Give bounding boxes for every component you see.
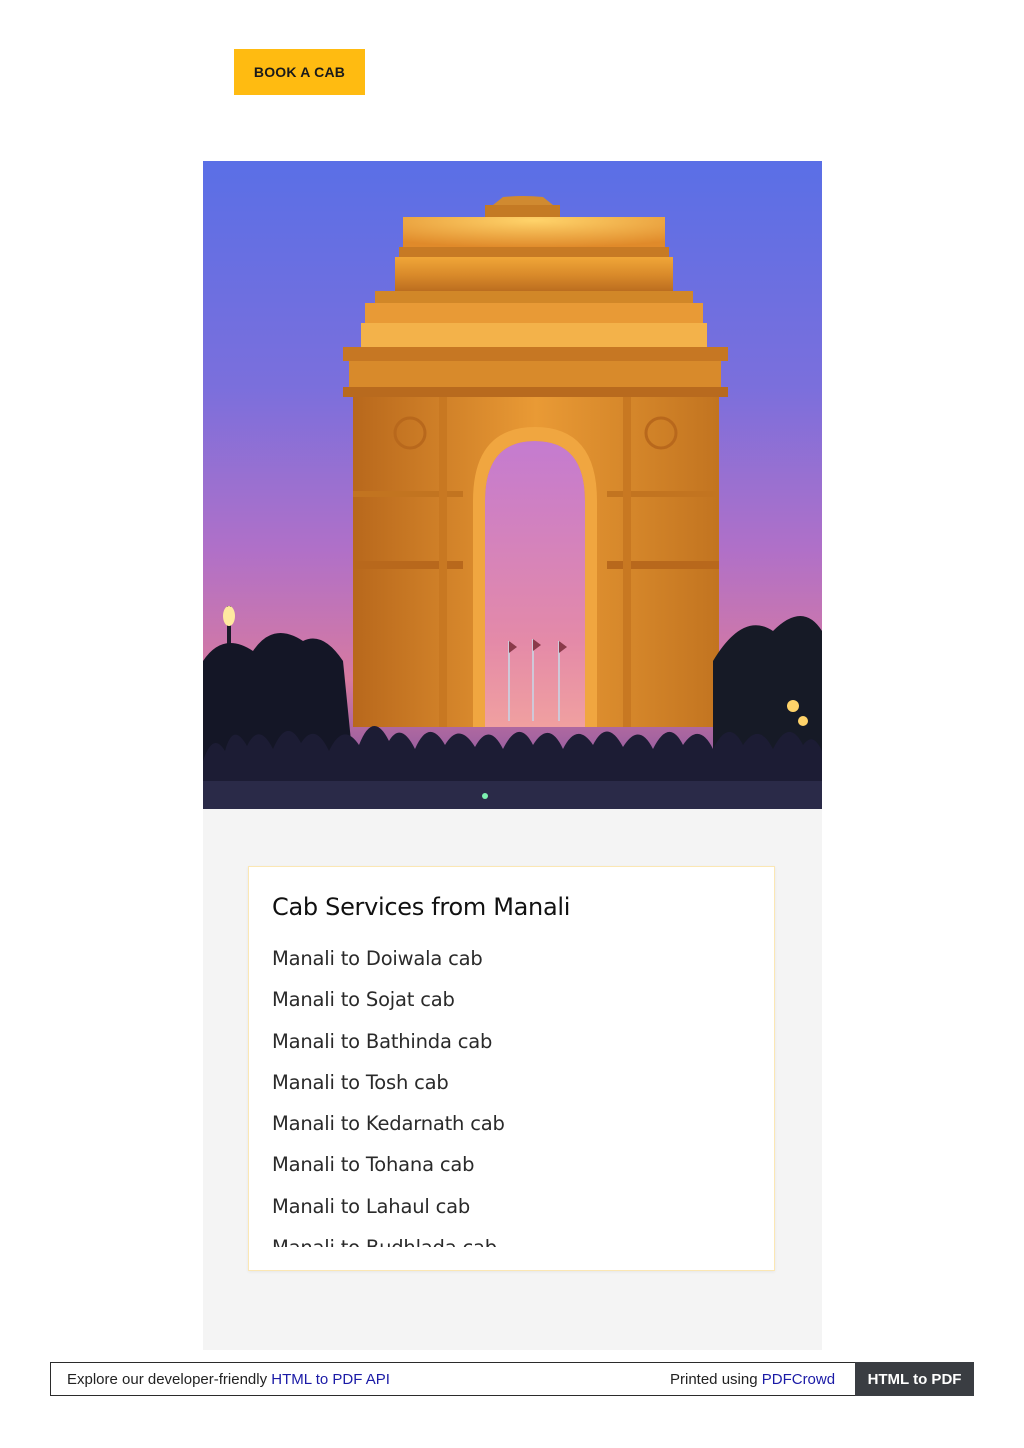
list-item: Manali to Doiwala cab bbox=[272, 945, 752, 986]
service-link[interactable]: Manali to Tosh cab bbox=[272, 1071, 449, 1094]
list-item: Manali to Budhlada cab bbox=[272, 1234, 752, 1247]
footer-printed: Printed using PDFCrowd bbox=[670, 1371, 835, 1388]
list-item: Manali to Tosh cab bbox=[272, 1069, 752, 1110]
list-item: Manali to Sojat cab bbox=[272, 986, 752, 1027]
explore-text: Explore our developer-friendly bbox=[67, 1371, 272, 1388]
list-item: Manali to Kedarnath cab bbox=[272, 1110, 752, 1151]
service-link[interactable]: Manali to Lahaul cab bbox=[272, 1195, 470, 1218]
service-link[interactable]: Manali to Bathinda cab bbox=[272, 1030, 492, 1053]
footer-explore: Explore our developer-friendly HTML to P… bbox=[67, 1371, 390, 1388]
printed-text: Printed using bbox=[670, 1371, 762, 1388]
service-link[interactable]: Manali to Doiwala cab bbox=[272, 947, 483, 970]
cab-services-card: Cab Services from Manali Manali to Doiwa… bbox=[248, 866, 775, 1271]
service-link[interactable]: Manali to Tohana cab bbox=[272, 1153, 474, 1176]
hero-image bbox=[203, 161, 822, 809]
service-link[interactable]: Manali to Budhlada cab bbox=[272, 1236, 497, 1247]
service-link[interactable]: Manali to Sojat cab bbox=[272, 988, 455, 1011]
pdfcrowd-footer: Explore our developer-friendly HTML to P… bbox=[50, 1362, 974, 1396]
list-item: Manali to Lahaul cab bbox=[272, 1193, 752, 1234]
service-link[interactable]: Manali to Kedarnath cab bbox=[272, 1112, 505, 1135]
list-item: Manali to Tohana cab bbox=[272, 1151, 752, 1192]
book-a-cab-button[interactable]: BOOK A CAB bbox=[234, 49, 365, 95]
page: BOOK A CAB Cab Services from Manali Mana… bbox=[0, 0, 1024, 1448]
india-gate-image bbox=[203, 161, 822, 809]
card-title: Cab Services from Manali bbox=[272, 893, 571, 921]
html-to-pdf-badge[interactable]: HTML to PDF bbox=[855, 1362, 974, 1396]
list-item: Manali to Bathinda cab bbox=[272, 1028, 752, 1069]
pdfcrowd-link[interactable]: PDFCrowd bbox=[762, 1371, 835, 1388]
cab-services-list: Manali to Doiwala cab Manali to Sojat ca… bbox=[272, 945, 752, 1247]
html-to-pdf-api-link[interactable]: HTML to PDF API bbox=[271, 1371, 390, 1388]
